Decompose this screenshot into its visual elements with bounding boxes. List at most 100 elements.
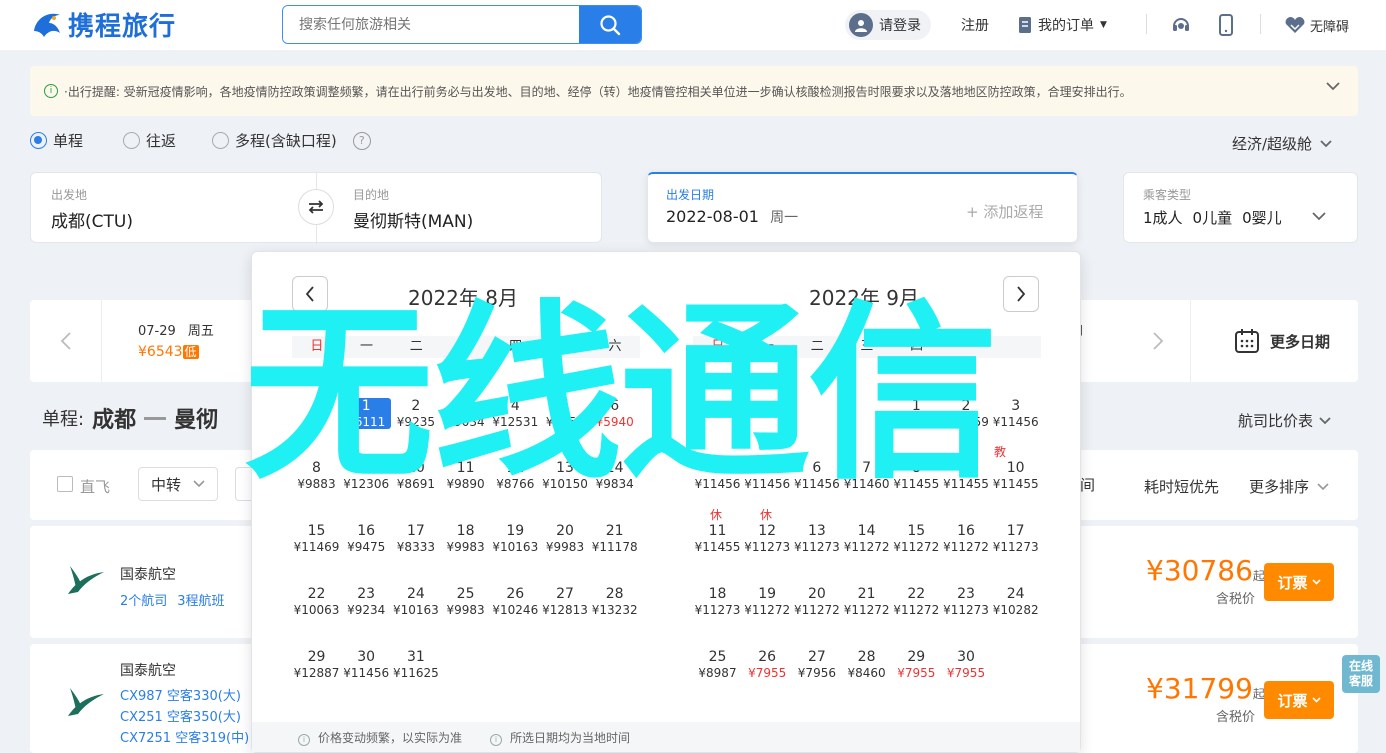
search-button[interactable] <box>579 6 641 43</box>
date-strip-item[interactable]: 07-29 周五 ¥6543 低 <box>138 320 214 360</box>
calendar-day[interactable]: 12 ¥11273 <box>742 523 792 554</box>
oneway-label[interactable]: 单程 <box>53 130 83 151</box>
online-service-button[interactable]: 在线 客服 <box>1342 655 1380 693</box>
calendar-day[interactable]: 13 ¥11273 <box>792 523 842 554</box>
calendar-day[interactable]: 16 ¥9475 <box>341 523 391 554</box>
calendar-day[interactable]: 17 ¥11273 <box>991 523 1041 554</box>
calendar-day[interactable]: 10 ¥11455 <box>991 460 1041 491</box>
more-sort-button[interactable]: 更多排序 <box>1249 476 1329 497</box>
calendar-day[interactable]: 18 ¥9983 <box>441 523 491 554</box>
day-number: 27 <box>807 649 826 665</box>
calendar-day[interactable]: 30 ¥11456 <box>341 649 391 680</box>
calendar-day[interactable]: 26 ¥7955 <box>742 649 792 680</box>
calendar-day[interactable]: 22 ¥10063 <box>292 586 342 617</box>
next-month-button[interactable] <box>1003 276 1039 312</box>
date-box[interactable]: 出发日期 2022-08-01 周一 + 添加返程 <box>647 172 1078 243</box>
calendar-day[interactable]: 25 ¥9983 <box>441 586 491 617</box>
book-button[interactable]: 订票 <box>1264 563 1334 601</box>
passenger-box[interactable]: 乘客类型 1成人 0儿童 0婴儿 <box>1123 172 1358 243</box>
calendar-day[interactable]: 11 ¥11455 <box>693 523 743 554</box>
help-icon[interactable]: ? <box>352 131 371 150</box>
customer-service-button[interactable] <box>1170 10 1192 40</box>
my-orders-menu[interactable]: 我的订单 ▼ <box>1018 10 1107 40</box>
chevron-down-icon[interactable] <box>1326 80 1340 94</box>
register-link[interactable]: 注册 <box>961 10 989 40</box>
calendar-day[interactable]: 27 ¥7956 <box>792 649 842 680</box>
from-field[interactable]: 出发地 成都(CTU) <box>51 186 133 232</box>
calendar-day[interactable]: 27 ¥12813 <box>540 586 590 617</box>
more-dates-button[interactable]: 更多日期 <box>1234 328 1330 354</box>
multi-city-radio[interactable] <box>212 132 230 149</box>
flight-leg-link[interactable]: CX7251 空客319(中) <box>120 728 249 749</box>
calendar-day[interactable]: 20 ¥11272 <box>792 586 842 617</box>
sort-short-duration[interactable]: 耗时短优先 <box>1144 476 1219 497</box>
calendar-day[interactable]: 31 ¥11625 <box>391 649 441 680</box>
chevron-left-icon[interactable] <box>60 332 72 350</box>
day-price: ¥11272 <box>893 540 940 554</box>
calendar-day[interactable]: 18 ¥11273 <box>693 586 743 617</box>
day-price: ¥12887 <box>293 666 340 680</box>
calendar-day[interactable]: 17 ¥8333 <box>391 523 441 554</box>
depart-date-field[interactable]: 出发日期 2022-08-01 周一 <box>666 186 798 227</box>
mobile-app-button[interactable] <box>1218 10 1234 40</box>
swap-button[interactable] <box>298 189 334 225</box>
calendar-day[interactable]: 30 ¥7955 <box>941 649 991 680</box>
calendar-day[interactable]: 21 ¥11178 <box>590 523 640 554</box>
calendar-day[interactable]: 19 ¥10163 <box>490 523 540 554</box>
calendar-day[interactable]: 25 ¥8987 <box>693 649 743 680</box>
chevron-down-icon <box>1311 579 1321 585</box>
order-icon <box>1019 17 1031 33</box>
day-price: ¥11178 <box>591 540 638 554</box>
calendar-day[interactable]: 28 ¥13232 <box>590 586 640 617</box>
search-input[interactable] <box>283 6 579 43</box>
day-price: ¥7955 <box>748 666 787 680</box>
brand-logo[interactable]: 携程旅行 <box>30 6 176 43</box>
calendar-day[interactable]: 24 ¥10282 <box>991 586 1041 617</box>
day-number: 27 <box>556 586 574 602</box>
direct-label[interactable]: 直飞 <box>80 476 110 497</box>
footer-note-1: 价格变动频繁，以实际为准 <box>318 730 463 745</box>
day-price: ¥11272 <box>793 603 840 617</box>
calendar-day[interactable]: 15 ¥11469 <box>292 523 342 554</box>
calendar-day[interactable]: 28 ¥8460 <box>842 649 892 680</box>
calendar-day[interactable]: 29 ¥7955 <box>891 649 941 680</box>
roundtrip-label[interactable]: 往返 <box>146 130 176 151</box>
calendar-day[interactable]: 20 ¥9983 <box>540 523 590 554</box>
calendar-day[interactable]: 22 ¥11272 <box>891 586 941 617</box>
accessibility-button[interactable]: 无障碍 <box>1284 10 1349 40</box>
calendar-day[interactable]: 14 ¥11272 <box>842 523 892 554</box>
heart-hands-icon <box>1285 17 1305 33</box>
multi-city-label[interactable]: 多程(含缺口程) <box>235 130 337 151</box>
calendar-day[interactable]: 26 ¥10246 <box>490 586 540 617</box>
oneway-radio[interactable] <box>30 132 47 149</box>
calendar-day[interactable]: 23 ¥11273 <box>941 586 991 617</box>
calendar-day[interactable]: 3 ¥11456 <box>991 398 1041 429</box>
calendar-day[interactable]: 21 ¥11272 <box>842 586 892 617</box>
calendar-day[interactable]: 23 ¥9234 <box>341 586 391 617</box>
transfer-filter[interactable]: 中转 <box>138 467 219 501</box>
roundtrip-radio[interactable] <box>123 132 141 149</box>
cabin-select[interactable]: 经济/超级舱 <box>1232 133 1332 154</box>
flight-leg-link[interactable]: CX251 空客350(大) <box>120 707 249 728</box>
calendar-day[interactable]: 29 ¥12887 <box>292 649 342 680</box>
direct-checkbox[interactable] <box>57 476 73 492</box>
flight-count-link[interactable]: 3程航班 <box>177 590 224 609</box>
calendar-day[interactable]: 19 ¥11272 <box>742 586 792 617</box>
chevron-right-icon[interactable] <box>1152 332 1164 350</box>
day-number: 25 <box>708 649 727 665</box>
book-button[interactable]: 订票 <box>1264 681 1334 719</box>
to-field[interactable]: 目的地 曼彻斯特(MAN) <box>353 186 473 232</box>
calendar-day[interactable]: 15 ¥11272 <box>891 523 941 554</box>
add-return-button[interactable]: + 添加返程 <box>966 201 1043 222</box>
calendar-day[interactable]: 16 ¥11272 <box>941 523 991 554</box>
airline-count-link[interactable]: 2个航司 <box>120 590 167 609</box>
flight-leg-link[interactable]: CX987 空客330(大) <box>120 686 249 707</box>
from-value: 成都(CTU) <box>51 212 133 232</box>
login-button[interactable]: 请登录 <box>845 10 931 40</box>
airline-compare-button[interactable]: 航司比价表 <box>1238 410 1331 431</box>
calendar-day[interactable]: 24 ¥10163 <box>391 586 441 617</box>
day-price: ¥7956 <box>797 666 836 680</box>
time-filter-label[interactable]: 间 <box>1080 474 1095 495</box>
day-number: 23 <box>357 586 376 602</box>
footer-note: i 价格变动频繁，以实际为准 <box>298 729 462 746</box>
